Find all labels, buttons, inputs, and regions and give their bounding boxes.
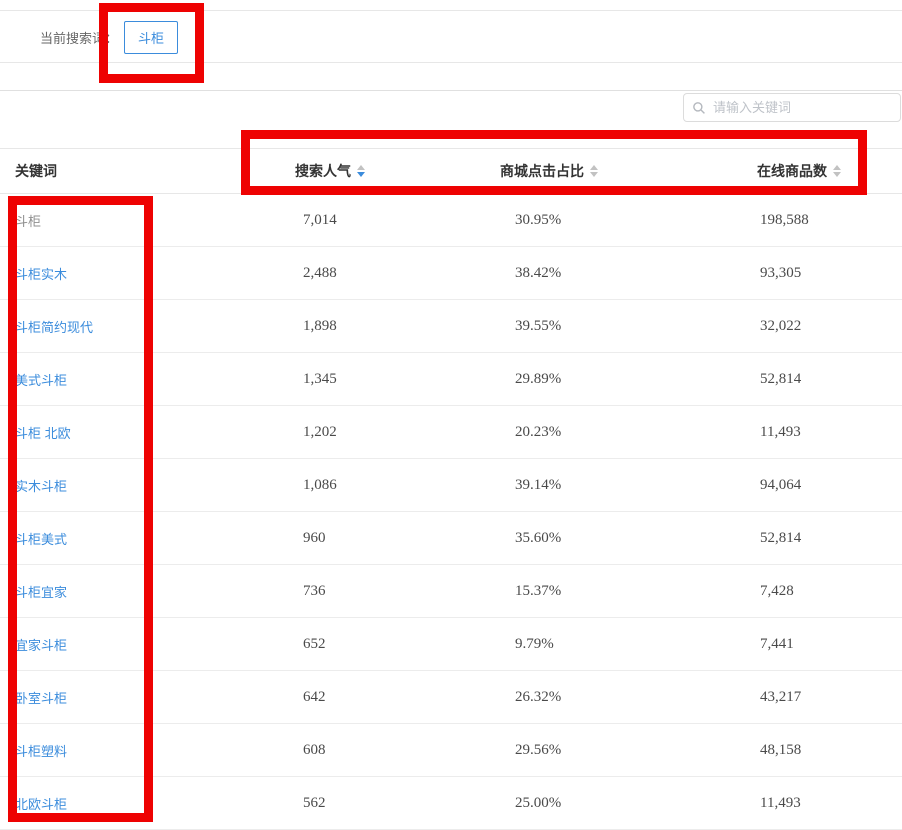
search-popularity-value: 960 — [303, 529, 326, 546]
current-search-term-bar: 当前搜索词： 斗柜 — [40, 20, 179, 54]
sort-icon[interactable] — [357, 165, 365, 177]
mall-click-ratio-value: 15.37% — [515, 582, 562, 599]
sort-icon[interactable] — [590, 165, 598, 177]
online-products-value: 48,158 — [760, 741, 802, 758]
keyword-search-box[interactable] — [683, 93, 901, 122]
online-products-value: 52,814 — [760, 370, 802, 387]
mall-click-ratio-value: 39.55% — [515, 317, 562, 334]
keyword-search-input[interactable] — [713, 100, 892, 115]
search-popularity-value: 7,014 — [303, 211, 337, 228]
keyword-link[interactable]: 斗柜实木 — [15, 264, 295, 283]
online-products-value: 198,588 — [760, 211, 809, 228]
table-body: 斗柜 7,014 30.95% 198,588 斗柜实木 2,488 38.42… — [0, 194, 902, 830]
topbar-bottom-divider — [0, 62, 902, 63]
keyword-link[interactable]: 美式斗柜 — [15, 370, 295, 389]
online-products-value: 32,022 — [760, 317, 802, 334]
mall-click-ratio-value: 38.42% — [515, 264, 562, 281]
table-row: 宜家斗柜 652 9.79% 7,441 — [0, 618, 902, 671]
mall-click-ratio-value: 9.79% — [515, 635, 554, 652]
keyword-table: 关键词 搜索人气 商城点击占比 在线商品数 斗柜 7,014 30.95% 19… — [0, 148, 902, 830]
online-products-value: 7,428 — [760, 582, 794, 599]
table-row: 斗柜宜家 736 15.37% 7,428 — [0, 565, 902, 618]
keyword-link[interactable]: 卧室斗柜 — [15, 688, 295, 707]
search-popularity-value: 1,345 — [303, 370, 337, 387]
mall-click-ratio-value: 29.56% — [515, 741, 562, 758]
table-row: 斗柜 北欧 1,202 20.23% 11,493 — [0, 406, 902, 459]
search-popularity-value: 1,086 — [303, 476, 337, 493]
mall-click-ratio-value: 20.23% — [515, 423, 562, 440]
keyword-link[interactable]: 宜家斗柜 — [15, 635, 295, 654]
table-row: 斗柜美式 960 35.60% 52,814 — [0, 512, 902, 565]
table-row: 实木斗柜 1,086 39.14% 94,064 — [0, 459, 902, 512]
keyword-link[interactable]: 斗柜美式 — [15, 529, 295, 548]
search-popularity-value: 652 — [303, 635, 326, 652]
keyword-link[interactable]: 斗柜 北欧 — [15, 423, 295, 442]
header-online-products[interactable]: 在线商品数 — [757, 161, 892, 181]
keyword-link[interactable]: 斗柜宜家 — [15, 582, 295, 601]
mall-click-ratio-value: 39.14% — [515, 476, 562, 493]
search-popularity-value: 642 — [303, 688, 326, 705]
online-products-value: 94,064 — [760, 476, 802, 493]
search-popularity-value: 608 — [303, 741, 326, 758]
panel-top-divider — [0, 90, 902, 91]
keyword-link[interactable]: 斗柜简约现代 — [15, 317, 295, 336]
table-row: 斗柜 7,014 30.95% 198,588 — [0, 194, 902, 247]
online-products-value: 43,217 — [760, 688, 802, 705]
search-popularity-value: 2,488 — [303, 264, 337, 281]
keyword-link[interactable]: 斗柜塑料 — [15, 741, 295, 760]
header-mall-click-ratio[interactable]: 商城点击占比 — [500, 161, 757, 181]
table-header-row: 关键词 搜索人气 商城点击占比 在线商品数 — [0, 148, 902, 194]
online-products-value: 52,814 — [760, 529, 802, 546]
keyword-link[interactable]: 实木斗柜 — [15, 476, 295, 495]
keyword-link: 斗柜 — [15, 213, 42, 229]
table-row: 斗柜简约现代 1,898 39.55% 32,022 — [0, 300, 902, 353]
keyword-link[interactable]: 北欧斗柜 — [15, 794, 295, 813]
online-products-value: 11,493 — [760, 423, 801, 440]
search-popularity-value: 1,898 — [303, 317, 337, 334]
table-row: 斗柜实木 2,488 38.42% 93,305 — [0, 247, 902, 300]
search-popularity-value: 1,202 — [303, 423, 337, 440]
search-popularity-value: 562 — [303, 794, 326, 811]
search-icon — [693, 101, 705, 114]
header-search-popularity[interactable]: 搜索人气 — [295, 161, 500, 181]
table-row: 北欧斗柜 562 25.00% 11,493 — [0, 777, 902, 830]
table-row: 美式斗柜 1,345 29.89% 52,814 — [0, 353, 902, 406]
online-products-value: 93,305 — [760, 264, 802, 281]
search-popularity-value: 736 — [303, 582, 326, 599]
sort-icon[interactable] — [833, 165, 841, 177]
table-row: 斗柜塑料 608 29.56% 48,158 — [0, 724, 902, 777]
mall-click-ratio-value: 25.00% — [515, 794, 562, 811]
mall-click-ratio-value: 35.60% — [515, 529, 562, 546]
online-products-value: 7,441 — [760, 635, 794, 652]
mall-click-ratio-value: 26.32% — [515, 688, 562, 705]
top-divider — [0, 10, 902, 11]
mall-click-ratio-value: 29.89% — [515, 370, 562, 387]
online-products-value: 11,493 — [760, 794, 801, 811]
header-keyword: 关键词 — [15, 163, 57, 179]
current-search-term-label: 当前搜索词： — [40, 30, 119, 46]
table-row: 卧室斗柜 642 26.32% 43,217 — [0, 671, 902, 724]
current-search-term-tag[interactable]: 斗柜 — [124, 20, 179, 54]
mall-click-ratio-value: 30.95% — [515, 211, 562, 228]
